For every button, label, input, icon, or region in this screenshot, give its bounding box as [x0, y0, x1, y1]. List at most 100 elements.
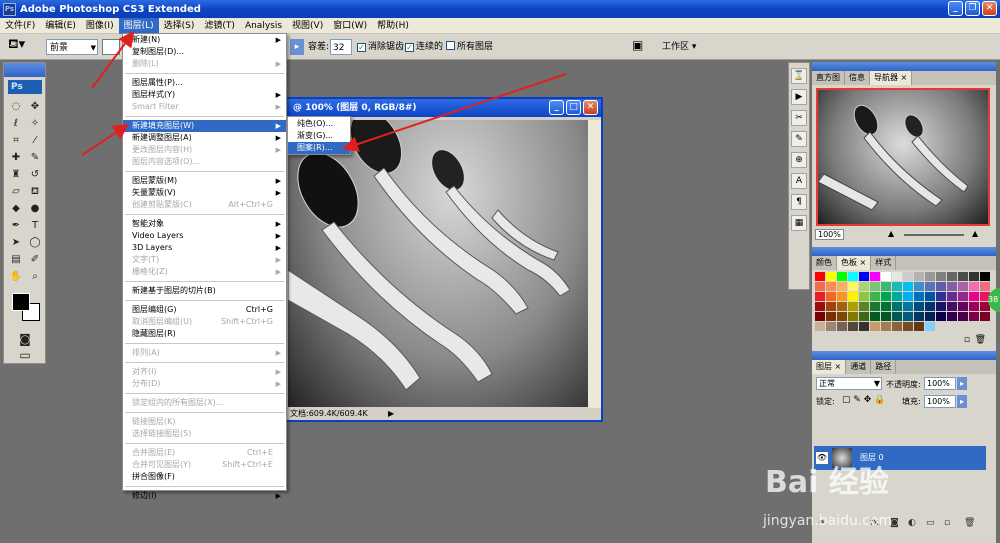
color-swatch[interactable]: [837, 302, 847, 311]
color-swatch[interactable]: [914, 322, 924, 331]
color-swatch[interactable]: [892, 322, 902, 331]
color-swatch[interactable]: [980, 272, 990, 281]
navigator-zoom-input[interactable]: 100%: [815, 229, 844, 240]
color-swatch[interactable]: [947, 292, 957, 301]
zoom-out-icon[interactable]: ▲: [888, 229, 894, 238]
color-swatch[interactable]: [925, 302, 935, 311]
tab-color[interactable]: 颜色: [812, 256, 837, 270]
new-swatch-icon[interactable]: ▫: [964, 335, 970, 345]
color-swatch[interactable]: [903, 302, 913, 311]
color-swatch[interactable]: [936, 272, 946, 281]
color-swatch[interactable]: [947, 312, 957, 321]
color-swatch[interactable]: [870, 302, 880, 311]
lock-icons[interactable]: ▢ ✎ ✥ 🔒: [842, 395, 885, 405]
zoom-in-icon[interactable]: ▲: [972, 229, 978, 238]
color-swatch[interactable]: [826, 322, 836, 331]
color-swatch[interactable]: [980, 282, 990, 291]
color-swatch[interactable]: [881, 312, 891, 321]
color-swatch[interactable]: [892, 292, 902, 301]
tab-navigator[interactable]: 导航器 ×: [870, 71, 913, 85]
color-swatch[interactable]: [837, 312, 847, 321]
color-swatch[interactable]: [958, 282, 968, 291]
character-icon[interactable]: A: [791, 173, 807, 189]
color-swatch[interactable]: [925, 312, 935, 321]
color-swatch[interactable]: [936, 282, 946, 291]
color-swatch[interactable]: [958, 312, 968, 321]
color-swatch[interactable]: [859, 292, 869, 301]
zoom-slider[interactable]: [904, 234, 964, 236]
color-swatch[interactable]: [837, 272, 847, 281]
color-swatch[interactable]: [903, 292, 913, 301]
color-swatch[interactable]: [958, 272, 968, 281]
blend-mode-select[interactable]: 正常 ▼: [816, 377, 882, 390]
layers-panel-grip[interactable]: [812, 351, 996, 360]
color-swatch[interactable]: [892, 272, 902, 281]
color-swatch[interactable]: [826, 282, 836, 291]
tab-histogram[interactable]: 直方图: [812, 71, 845, 85]
color-swatch[interactable]: [958, 292, 968, 301]
color-swatch[interactable]: [870, 312, 880, 321]
color-swatch[interactable]: [969, 312, 979, 321]
color-swatch[interactable]: [969, 302, 979, 311]
color-swatch[interactable]: [815, 302, 825, 311]
color-swatch[interactable]: [892, 302, 902, 311]
color-swatch[interactable]: [892, 312, 902, 321]
color-swatch[interactable]: [837, 292, 847, 301]
paragraph-icon[interactable]: ¶: [791, 194, 807, 210]
color-swatch[interactable]: [947, 272, 957, 281]
color-swatch[interactable]: [870, 292, 880, 301]
color-swatch[interactable]: [859, 272, 869, 281]
color-swatch[interactable]: [947, 302, 957, 311]
tab-info[interactable]: 信息: [845, 71, 870, 85]
color-swatch[interactable]: [815, 292, 825, 301]
opacity-slider-arrow[interactable]: ▸: [957, 377, 967, 390]
color-swatch[interactable]: [815, 322, 825, 331]
color-swatch[interactable]: [848, 292, 858, 301]
layer-comps-icon[interactable]: ▦: [791, 215, 807, 231]
color-swatch[interactable]: [848, 302, 858, 311]
color-swatch[interactable]: [936, 302, 946, 311]
tab-channels[interactable]: 通道: [846, 360, 872, 374]
color-swatch[interactable]: [903, 322, 913, 331]
delete-swatch-icon[interactable]: 🗑: [975, 335, 986, 345]
color-swatch[interactable]: [870, 282, 880, 291]
color-swatch[interactable]: [870, 322, 880, 331]
fill-slider-arrow[interactable]: ▸: [957, 395, 967, 408]
color-swatch[interactable]: [969, 282, 979, 291]
color-swatch[interactable]: [826, 302, 836, 311]
color-swatch[interactable]: [848, 282, 858, 291]
clone-source-icon[interactable]: ⊕: [791, 152, 807, 168]
color-swatch[interactable]: [815, 282, 825, 291]
tab-swatches[interactable]: 色板 ×: [837, 256, 872, 270]
color-swatch[interactable]: [859, 312, 869, 321]
color-swatch[interactable]: [903, 272, 913, 281]
opacity-input[interactable]: 100%: [924, 377, 956, 390]
brushes-icon[interactable]: ✎: [791, 131, 807, 147]
color-swatch[interactable]: [815, 312, 825, 321]
history-icon[interactable]: ⌛: [791, 68, 807, 84]
actions-icon[interactable]: ▶: [791, 89, 807, 105]
color-swatch[interactable]: [914, 292, 924, 301]
swatch-panel-grip[interactable]: [812, 247, 996, 256]
color-swatch[interactable]: [859, 282, 869, 291]
color-swatch[interactable]: [859, 302, 869, 311]
color-swatch[interactable]: [815, 272, 825, 281]
color-swatch[interactable]: [826, 272, 836, 281]
color-swatch[interactable]: [936, 312, 946, 321]
color-swatch[interactable]: [837, 322, 847, 331]
tab-layers[interactable]: 图层 ×: [812, 360, 847, 374]
foreground-color[interactable]: [12, 293, 30, 311]
color-swatch[interactable]: [925, 322, 935, 331]
color-swatch[interactable]: [881, 272, 891, 281]
color-swatch[interactable]: [925, 272, 935, 281]
color-swatch[interactable]: [969, 292, 979, 301]
color-swatch[interactable]: [914, 272, 924, 281]
color-swatch[interactable]: [870, 272, 880, 281]
color-swatch[interactable]: [925, 292, 935, 301]
fill-input[interactable]: 100%: [924, 395, 956, 408]
color-swatch[interactable]: [936, 292, 946, 301]
tab-paths[interactable]: 路径: [871, 360, 897, 374]
color-swatch[interactable]: [914, 302, 924, 311]
navigator-thumbnail[interactable]: [816, 88, 990, 226]
tool-presets-icon[interactable]: ✂: [791, 110, 807, 126]
